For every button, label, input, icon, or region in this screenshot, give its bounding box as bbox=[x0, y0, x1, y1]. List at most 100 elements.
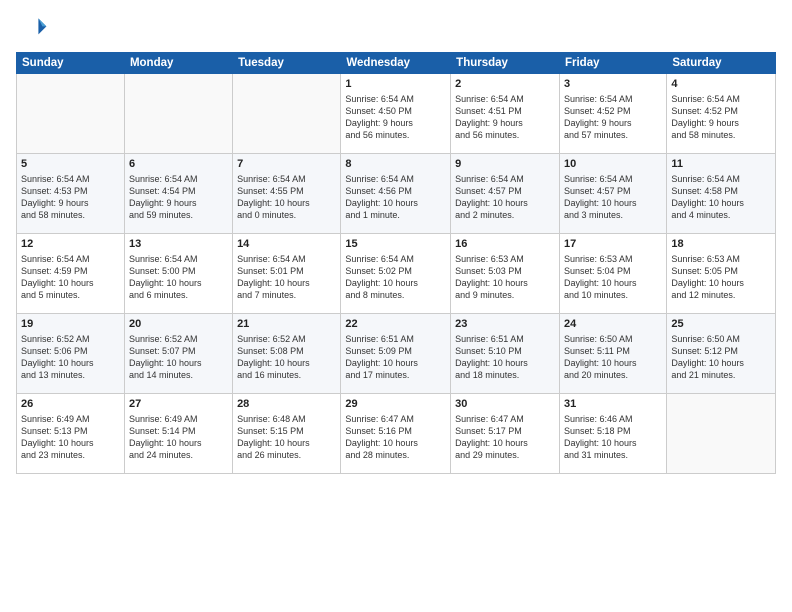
day-number: 21 bbox=[237, 317, 336, 332]
day-number: 6 bbox=[129, 157, 228, 172]
calendar-cell: 27Sunrise: 6:49 AM Sunset: 5:14 PM Dayli… bbox=[124, 394, 232, 474]
day-info: Sunrise: 6:54 AM Sunset: 4:58 PM Dayligh… bbox=[671, 173, 771, 222]
day-number: 25 bbox=[671, 317, 771, 332]
calendar-cell: 19Sunrise: 6:52 AM Sunset: 5:06 PM Dayli… bbox=[17, 314, 125, 394]
day-info: Sunrise: 6:51 AM Sunset: 5:09 PM Dayligh… bbox=[345, 333, 446, 382]
day-info: Sunrise: 6:52 AM Sunset: 5:08 PM Dayligh… bbox=[237, 333, 336, 382]
calendar-cell bbox=[667, 394, 776, 474]
calendar-cell: 28Sunrise: 6:48 AM Sunset: 5:15 PM Dayli… bbox=[233, 394, 341, 474]
logo bbox=[16, 12, 50, 44]
calendar-cell: 1Sunrise: 6:54 AM Sunset: 4:50 PM Daylig… bbox=[341, 74, 451, 154]
day-number: 2 bbox=[455, 77, 555, 92]
day-info: Sunrise: 6:53 AM Sunset: 5:04 PM Dayligh… bbox=[564, 253, 662, 302]
calendar-cell: 6Sunrise: 6:54 AM Sunset: 4:54 PM Daylig… bbox=[124, 154, 232, 234]
day-info: Sunrise: 6:54 AM Sunset: 4:50 PM Dayligh… bbox=[345, 93, 446, 142]
day-info: Sunrise: 6:54 AM Sunset: 4:57 PM Dayligh… bbox=[564, 173, 662, 222]
day-number: 28 bbox=[237, 397, 336, 412]
day-number: 10 bbox=[564, 157, 662, 172]
day-number: 16 bbox=[455, 237, 555, 252]
day-number: 4 bbox=[671, 77, 771, 92]
day-number: 1 bbox=[345, 77, 446, 92]
day-number: 26 bbox=[21, 397, 120, 412]
day-number: 24 bbox=[564, 317, 662, 332]
day-info: Sunrise: 6:50 AM Sunset: 5:11 PM Dayligh… bbox=[564, 333, 662, 382]
day-number: 12 bbox=[21, 237, 120, 252]
calendar-cell: 20Sunrise: 6:52 AM Sunset: 5:07 PM Dayli… bbox=[124, 314, 232, 394]
day-info: Sunrise: 6:48 AM Sunset: 5:15 PM Dayligh… bbox=[237, 413, 336, 462]
calendar-cell: 9Sunrise: 6:54 AM Sunset: 4:57 PM Daylig… bbox=[451, 154, 560, 234]
calendar-cell: 2Sunrise: 6:54 AM Sunset: 4:51 PM Daylig… bbox=[451, 74, 560, 154]
calendar-cell: 12Sunrise: 6:54 AM Sunset: 4:59 PM Dayli… bbox=[17, 234, 125, 314]
day-number: 19 bbox=[21, 317, 120, 332]
calendar-header-row: SundayMondayTuesdayWednesdayThursdayFrid… bbox=[17, 53, 776, 74]
day-number: 23 bbox=[455, 317, 555, 332]
calendar-cell: 4Sunrise: 6:54 AM Sunset: 4:52 PM Daylig… bbox=[667, 74, 776, 154]
calendar-cell: 18Sunrise: 6:53 AM Sunset: 5:05 PM Dayli… bbox=[667, 234, 776, 314]
day-number: 3 bbox=[564, 77, 662, 92]
day-info: Sunrise: 6:47 AM Sunset: 5:17 PM Dayligh… bbox=[455, 413, 555, 462]
day-info: Sunrise: 6:54 AM Sunset: 4:53 PM Dayligh… bbox=[21, 173, 120, 222]
calendar-cell bbox=[17, 74, 125, 154]
day-info: Sunrise: 6:54 AM Sunset: 4:56 PM Dayligh… bbox=[345, 173, 446, 222]
calendar-cell: 15Sunrise: 6:54 AM Sunset: 5:02 PM Dayli… bbox=[341, 234, 451, 314]
calendar-cell: 3Sunrise: 6:54 AM Sunset: 4:52 PM Daylig… bbox=[559, 74, 666, 154]
calendar-cell: 25Sunrise: 6:50 AM Sunset: 5:12 PM Dayli… bbox=[667, 314, 776, 394]
col-header-tuesday: Tuesday bbox=[233, 53, 341, 74]
day-info: Sunrise: 6:51 AM Sunset: 5:10 PM Dayligh… bbox=[455, 333, 555, 382]
day-info: Sunrise: 6:54 AM Sunset: 5:02 PM Dayligh… bbox=[345, 253, 446, 302]
col-header-sunday: Sunday bbox=[17, 53, 125, 74]
calendar-week-4: 19Sunrise: 6:52 AM Sunset: 5:06 PM Dayli… bbox=[17, 314, 776, 394]
day-number: 5 bbox=[21, 157, 120, 172]
day-number: 17 bbox=[564, 237, 662, 252]
day-info: Sunrise: 6:53 AM Sunset: 5:03 PM Dayligh… bbox=[455, 253, 555, 302]
calendar-cell: 30Sunrise: 6:47 AM Sunset: 5:17 PM Dayli… bbox=[451, 394, 560, 474]
day-info: Sunrise: 6:52 AM Sunset: 5:06 PM Dayligh… bbox=[21, 333, 120, 382]
logo-icon bbox=[16, 12, 48, 44]
day-info: Sunrise: 6:54 AM Sunset: 4:52 PM Dayligh… bbox=[671, 93, 771, 142]
col-header-saturday: Saturday bbox=[667, 53, 776, 74]
day-info: Sunrise: 6:54 AM Sunset: 4:52 PM Dayligh… bbox=[564, 93, 662, 142]
day-info: Sunrise: 6:46 AM Sunset: 5:18 PM Dayligh… bbox=[564, 413, 662, 462]
day-info: Sunrise: 6:54 AM Sunset: 5:00 PM Dayligh… bbox=[129, 253, 228, 302]
day-number: 7 bbox=[237, 157, 336, 172]
calendar-week-3: 12Sunrise: 6:54 AM Sunset: 4:59 PM Dayli… bbox=[17, 234, 776, 314]
day-number: 31 bbox=[564, 397, 662, 412]
calendar-cell: 17Sunrise: 6:53 AM Sunset: 5:04 PM Dayli… bbox=[559, 234, 666, 314]
col-header-monday: Monday bbox=[124, 53, 232, 74]
day-number: 8 bbox=[345, 157, 446, 172]
day-info: Sunrise: 6:50 AM Sunset: 5:12 PM Dayligh… bbox=[671, 333, 771, 382]
calendar-cell: 16Sunrise: 6:53 AM Sunset: 5:03 PM Dayli… bbox=[451, 234, 560, 314]
header bbox=[16, 12, 776, 44]
day-info: Sunrise: 6:47 AM Sunset: 5:16 PM Dayligh… bbox=[345, 413, 446, 462]
day-number: 15 bbox=[345, 237, 446, 252]
calendar-cell: 29Sunrise: 6:47 AM Sunset: 5:16 PM Dayli… bbox=[341, 394, 451, 474]
col-header-thursday: Thursday bbox=[451, 53, 560, 74]
calendar-cell: 5Sunrise: 6:54 AM Sunset: 4:53 PM Daylig… bbox=[17, 154, 125, 234]
day-info: Sunrise: 6:54 AM Sunset: 4:51 PM Dayligh… bbox=[455, 93, 555, 142]
day-number: 13 bbox=[129, 237, 228, 252]
calendar-cell: 14Sunrise: 6:54 AM Sunset: 5:01 PM Dayli… bbox=[233, 234, 341, 314]
day-info: Sunrise: 6:54 AM Sunset: 4:55 PM Dayligh… bbox=[237, 173, 336, 222]
day-info: Sunrise: 6:54 AM Sunset: 4:59 PM Dayligh… bbox=[21, 253, 120, 302]
day-info: Sunrise: 6:53 AM Sunset: 5:05 PM Dayligh… bbox=[671, 253, 771, 302]
calendar-cell: 13Sunrise: 6:54 AM Sunset: 5:00 PM Dayli… bbox=[124, 234, 232, 314]
calendar-cell: 22Sunrise: 6:51 AM Sunset: 5:09 PM Dayli… bbox=[341, 314, 451, 394]
day-number: 18 bbox=[671, 237, 771, 252]
day-number: 14 bbox=[237, 237, 336, 252]
day-info: Sunrise: 6:49 AM Sunset: 5:14 PM Dayligh… bbox=[129, 413, 228, 462]
page: SundayMondayTuesdayWednesdayThursdayFrid… bbox=[0, 0, 792, 612]
calendar-cell: 7Sunrise: 6:54 AM Sunset: 4:55 PM Daylig… bbox=[233, 154, 341, 234]
calendar-cell bbox=[233, 74, 341, 154]
calendar-cell: 8Sunrise: 6:54 AM Sunset: 4:56 PM Daylig… bbox=[341, 154, 451, 234]
calendar-cell: 26Sunrise: 6:49 AM Sunset: 5:13 PM Dayli… bbox=[17, 394, 125, 474]
day-number: 20 bbox=[129, 317, 228, 332]
calendar-week-1: 1Sunrise: 6:54 AM Sunset: 4:50 PM Daylig… bbox=[17, 74, 776, 154]
day-info: Sunrise: 6:54 AM Sunset: 4:57 PM Dayligh… bbox=[455, 173, 555, 222]
day-number: 22 bbox=[345, 317, 446, 332]
day-number: 29 bbox=[345, 397, 446, 412]
calendar-table: SundayMondayTuesdayWednesdayThursdayFrid… bbox=[16, 52, 776, 474]
day-info: Sunrise: 6:52 AM Sunset: 5:07 PM Dayligh… bbox=[129, 333, 228, 382]
day-info: Sunrise: 6:49 AM Sunset: 5:13 PM Dayligh… bbox=[21, 413, 120, 462]
calendar-week-2: 5Sunrise: 6:54 AM Sunset: 4:53 PM Daylig… bbox=[17, 154, 776, 234]
calendar-cell: 11Sunrise: 6:54 AM Sunset: 4:58 PM Dayli… bbox=[667, 154, 776, 234]
